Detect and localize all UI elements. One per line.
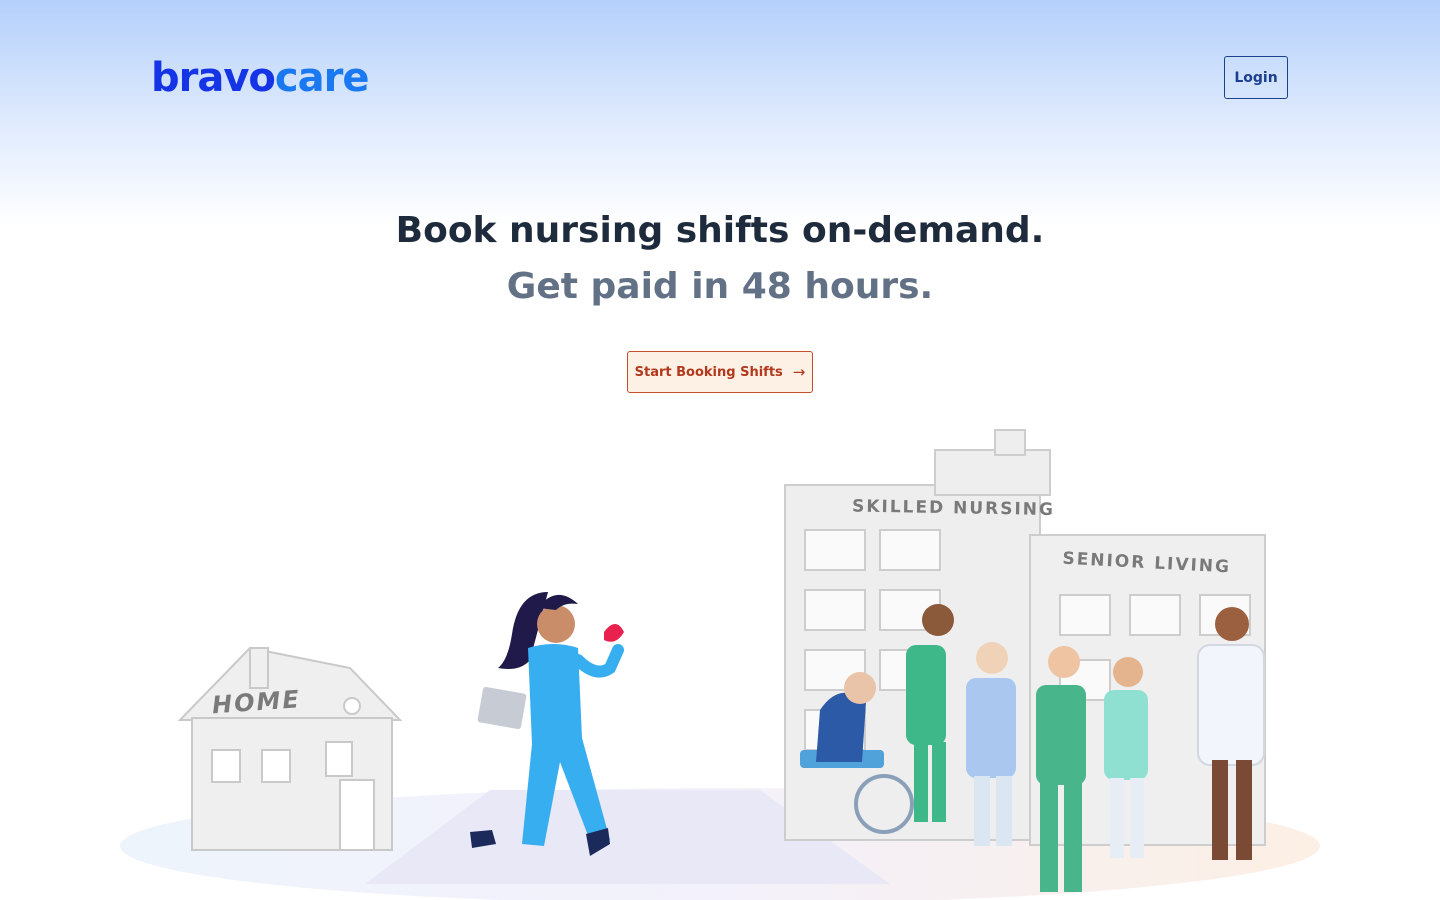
login-button[interactable]: Login bbox=[1224, 56, 1288, 99]
bravocare-logo[interactable]: bravocare bbox=[151, 55, 370, 101]
arrow-right-icon: → bbox=[792, 363, 806, 381]
logo-part-care: care bbox=[274, 55, 370, 101]
home-building bbox=[177, 646, 403, 851]
cta-label: Start Booking Shifts bbox=[634, 364, 783, 380]
hero-illustration: HOME SKILLED NURSING SENIOR LIVING bbox=[120, 429, 1320, 900]
logo-part-bravo: bravo bbox=[151, 55, 276, 101]
skilled-nursing-sign: SKILLED NURSING bbox=[852, 496, 1055, 520]
hero-subheadline: Get paid in 48 hours. bbox=[506, 266, 934, 307]
hero-headline: Book nursing shifts on-demand. bbox=[395, 210, 1045, 251]
start-booking-shifts-button[interactable]: Start Booking Shifts → bbox=[627, 351, 813, 393]
